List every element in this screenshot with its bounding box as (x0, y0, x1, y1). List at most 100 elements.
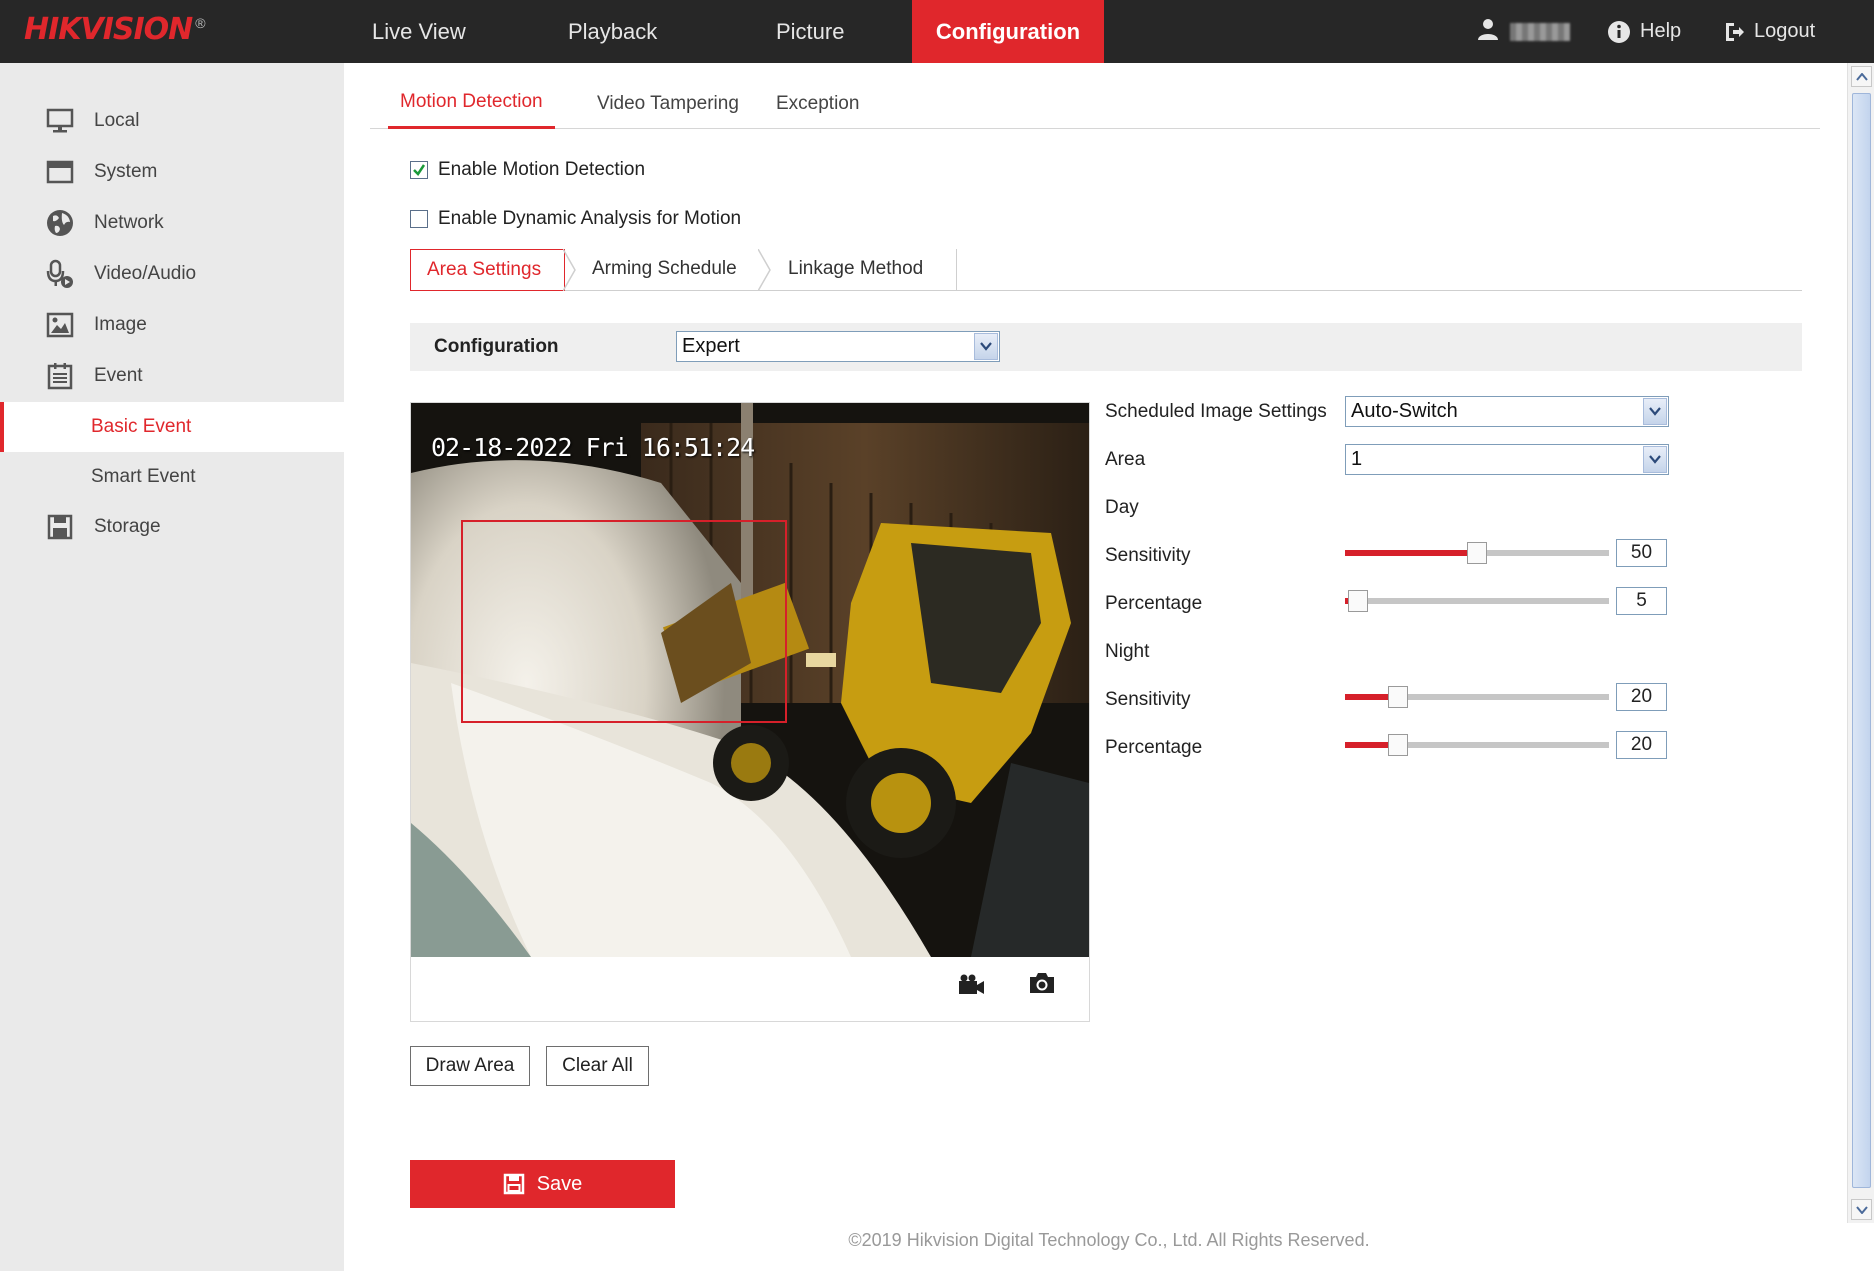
floppy-icon (43, 512, 77, 542)
camera-icon[interactable] (1028, 971, 1056, 1000)
nav-configuration[interactable]: Configuration (912, 0, 1104, 63)
configuration-bar: Configuration Expert (410, 323, 1802, 371)
configuration-label: Configuration (434, 336, 559, 357)
slider-thumb[interactable] (1348, 590, 1369, 612)
floppy-icon (503, 1173, 525, 1195)
camera-live-image[interactable]: 02-18-2022 Fri 16:51:24 (411, 403, 1089, 957)
sidebar-item-system[interactable]: System (0, 147, 344, 197)
clear-all-button[interactable]: Clear All (546, 1046, 649, 1086)
sidebar-item-video-audio[interactable]: Video/Audio (0, 249, 344, 299)
area-select[interactable]: 1 (1345, 444, 1669, 475)
logout-icon (1723, 21, 1745, 43)
hikvision-logo: HIKVISION ® (24, 12, 206, 48)
page-scrollbar[interactable] (1847, 63, 1874, 1223)
tab-video-tampering[interactable]: Video Tampering (585, 85, 751, 129)
chevron-down-icon[interactable] (1643, 398, 1667, 425)
video-record-icon[interactable] (957, 973, 985, 1002)
night-percentage-input[interactable]: 20 (1616, 731, 1667, 759)
tab-motion-detection[interactable]: Motion Detection (388, 85, 555, 129)
monitor-icon (43, 106, 77, 136)
enable-motion-detection-row: Enable Motion Detection (410, 157, 645, 183)
user-icon (1476, 17, 1500, 47)
sidebar-item-label: Local (94, 110, 140, 131)
globe-icon (43, 208, 77, 238)
slider-fill (1345, 550, 1477, 556)
help-label: Help (1640, 20, 1682, 42)
step-separator-chevron (563, 249, 576, 291)
day-sensitivity-slider[interactable] (1345, 540, 1609, 566)
sidebar-item-label: Storage (94, 516, 161, 537)
scheduled-image-settings-label: Scheduled Image Settings (1105, 401, 1327, 422)
logout-link[interactable]: Logout (1723, 0, 1815, 63)
step-area-settings[interactable]: Area Settings (410, 249, 565, 291)
day-sensitivity-input[interactable]: 50 (1616, 539, 1667, 567)
night-sensitivity-slider[interactable] (1345, 684, 1609, 710)
night-label: Night (1105, 641, 1150, 662)
video-toolbar (411, 956, 1089, 1021)
slider-thumb[interactable] (1387, 734, 1408, 756)
draw-area-button[interactable]: Draw Area (410, 1046, 530, 1086)
chevron-down-icon[interactable] (1643, 446, 1667, 473)
day-percentage-label: Percentage (1105, 593, 1203, 614)
sidebar-item-storage[interactable]: Storage (0, 502, 344, 552)
sidebar-item-network[interactable]: Network (0, 198, 344, 248)
configuration-value: Expert (682, 335, 740, 357)
nav-playback[interactable]: Playback (550, 0, 675, 63)
step-arming-schedule[interactable]: Arming Schedule (576, 249, 766, 291)
sidebar-item-local[interactable]: Local (0, 96, 344, 146)
sidebar-item-label: Event (94, 365, 143, 386)
logo-text: HIKVISION (24, 12, 193, 47)
save-button[interactable]: Save (410, 1160, 675, 1208)
nav-picture[interactable]: Picture (758, 0, 862, 63)
night-sensitivity-label: Sensitivity (1105, 689, 1191, 710)
enable-dynamic-analysis-checkbox[interactable] (410, 210, 428, 228)
sidebar: Local System Network Video/Audio Image E… (0, 63, 344, 1271)
slider-thumb[interactable] (1467, 542, 1487, 564)
copyright-footer: ©2019 Hikvision Digital Technology Co., … (848, 1230, 1370, 1250)
nav-live-view[interactable]: Live View (354, 0, 484, 63)
sidebar-item-image[interactable]: Image (0, 300, 344, 350)
sidebar-subitem-smart-event[interactable]: Smart Event (0, 452, 344, 502)
help-link[interactable]: Help (1607, 0, 1681, 63)
sidebar-item-label: Network (94, 212, 164, 233)
event-tabs: Motion Detection Video Tampering Excepti… (370, 85, 1820, 129)
top-bar: HIKVISION ® Live View Playback Picture C… (0, 0, 1874, 63)
step-linkage-method[interactable]: Linkage Method (772, 249, 957, 291)
area-label: Area (1105, 449, 1146, 470)
scroll-up-button[interactable] (1851, 66, 1872, 87)
enable-motion-detection-checkbox[interactable] (410, 161, 428, 179)
configuration-select[interactable]: Expert (676, 331, 1000, 362)
info-icon (1607, 20, 1631, 44)
settings-steps: Area Settings Arming Schedule Linkage Me… (410, 249, 1802, 291)
night-percentage-label: Percentage (1105, 737, 1203, 758)
night-sensitivity-input[interactable]: 20 (1616, 683, 1667, 711)
tab-exception[interactable]: Exception (764, 85, 871, 129)
chevron-down-icon[interactable] (974, 333, 998, 360)
sidebar-subitem-basic-event[interactable]: Basic Event (0, 402, 344, 452)
enable-motion-detection-label: Enable Motion Detection (438, 159, 646, 180)
sidebar-item-label: Video/Audio (94, 263, 197, 284)
night-percentage-slider[interactable] (1345, 732, 1609, 758)
scrollbar-thumb[interactable] (1852, 93, 1871, 1188)
day-percentage-input[interactable]: 5 (1616, 587, 1667, 615)
video-preview-panel: 02-18-2022 Fri 16:51:24 (410, 402, 1090, 1022)
microphone-icon (43, 259, 77, 289)
step-separator-chevron (758, 249, 771, 291)
save-label: Save (536, 1172, 583, 1195)
enable-dynamic-analysis-row: Enable Dynamic Analysis for Motion (410, 206, 741, 232)
scheduled-image-settings-value: Auto-Switch (1351, 400, 1458, 422)
scroll-down-button[interactable] (1851, 1199, 1872, 1220)
slider-thumb[interactable] (1387, 686, 1408, 708)
slider-track (1345, 598, 1609, 604)
sidebar-item-event[interactable]: Event (0, 351, 344, 401)
area-value: 1 (1351, 448, 1363, 470)
enable-dynamic-analysis-label: Enable Dynamic Analysis for Motion (438, 208, 742, 229)
user-menu[interactable] (1476, 0, 1570, 63)
calendar-icon (43, 361, 77, 391)
registered-mark: ® (195, 15, 206, 31)
window-icon (43, 157, 77, 187)
motion-detection-area[interactable] (461, 520, 787, 723)
scheduled-image-settings-select[interactable]: Auto-Switch (1345, 396, 1669, 427)
logout-label: Logout (1754, 20, 1816, 42)
day-percentage-slider[interactable] (1345, 588, 1609, 614)
